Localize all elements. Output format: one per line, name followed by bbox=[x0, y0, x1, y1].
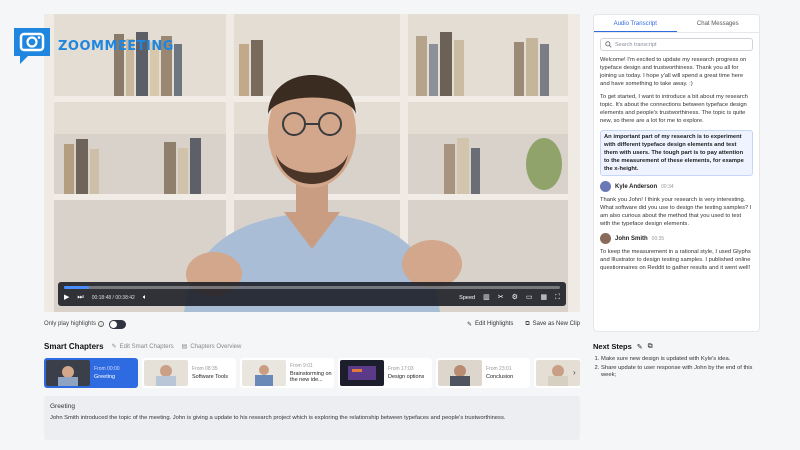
scissors-icon[interactable]: ✂ bbox=[498, 294, 504, 301]
avatar bbox=[600, 233, 611, 244]
chapter-start: From 00:00 bbox=[94, 365, 120, 372]
speaker-name: Kyle Anderson bbox=[615, 183, 658, 190]
video-toolbar: Only play highlights i ✎ Edit Highlights… bbox=[44, 316, 580, 332]
chapters-title: Smart Chapters bbox=[44, 342, 104, 351]
chapters-header: Smart Chapters ✎ Edit Smart Chapters ▤ C… bbox=[44, 342, 241, 351]
chapter-name: Software Tools bbox=[192, 373, 228, 380]
next-steps: Next Steps ✎ ⧉ Make sure new design is u… bbox=[593, 342, 763, 381]
next-steps-title: Next Steps bbox=[593, 342, 632, 351]
chapter-card[interactable]: From 23:01 Conclusion bbox=[436, 358, 530, 388]
tab-chat-messages[interactable]: Chat Messages bbox=[677, 15, 760, 32]
chapter-start: From 9:01 bbox=[290, 362, 313, 369]
duration: 00:38:42 bbox=[115, 294, 135, 301]
speaker-time: 00:35 bbox=[651, 235, 665, 242]
meeting-page: ZOOMMEETING ▶ ⏭ 00:18:48 / 00:38:42 🔈︎ S… bbox=[0, 0, 800, 450]
summary-text: John Smith introduced the topic of the m… bbox=[50, 415, 506, 421]
current-time: 00:18:48 bbox=[91, 294, 112, 301]
seek-progress bbox=[64, 286, 89, 289]
chapter-thumbnail bbox=[340, 360, 384, 386]
panel-tabs: Audio Transcript Chat Messages bbox=[594, 15, 759, 33]
equalizer-icon[interactable]: ▥ bbox=[483, 294, 490, 301]
list-item: Share update to user response with John … bbox=[601, 365, 763, 380]
chapter-thumbnail bbox=[438, 360, 482, 386]
next-steps-list: Make sure new design is updated with Kyl… bbox=[593, 356, 763, 380]
transcript-paragraph: To get started, I want to introduce a bi… bbox=[600, 94, 748, 124]
chapters-overview-button[interactable]: ▤ Chapters Overview bbox=[181, 343, 242, 351]
highlights-toggle-label: Only play highlights bbox=[44, 321, 97, 327]
chapters-overview-label: Chapters Overview bbox=[190, 343, 242, 350]
chapter-card[interactable]: From 17:03 Design options bbox=[338, 358, 432, 388]
search-input[interactable] bbox=[615, 41, 745, 48]
transcript-paragraph: Thank you John! I think your research is… bbox=[600, 197, 752, 227]
chapter-thumbnail bbox=[46, 360, 90, 386]
chapter-name: Design options bbox=[388, 373, 425, 380]
chapter-card[interactable]: From 00:00 Greeting bbox=[44, 358, 138, 388]
brand: ZOOMMEETING bbox=[10, 24, 174, 68]
settings-icon[interactable]: ⚙ bbox=[512, 294, 518, 301]
overview-icon: ▤ bbox=[181, 344, 188, 350]
info-icon[interactable]: i bbox=[98, 321, 105, 327]
speed-button[interactable]: Speed bbox=[459, 295, 475, 301]
pencil-icon: ✎ bbox=[466, 321, 472, 328]
pencil-icon[interactable]: ✎ bbox=[637, 343, 643, 351]
speaker-row: Kyle Anderson 00:34 bbox=[600, 181, 753, 192]
speaker-name: John Smith bbox=[615, 235, 648, 242]
edit-chapters-label: Edit Smart Chapters bbox=[119, 343, 174, 350]
transcript-search[interactable] bbox=[600, 38, 753, 51]
fullscreen-icon[interactable]: ⛶ bbox=[555, 294, 560, 301]
seek-bar[interactable] bbox=[64, 286, 560, 289]
edit-icon: ✎ bbox=[111, 344, 117, 350]
transcript-paragraph: To keep the measurement in a rational st… bbox=[600, 249, 751, 271]
chapter-name: Conclusion bbox=[486, 373, 514, 380]
summary-title: Greeting bbox=[50, 403, 75, 410]
edit-chapters-button[interactable]: ✎ Edit Smart Chapters bbox=[111, 343, 174, 351]
save-clip-button[interactable]: ⧉ Save as New Clip bbox=[525, 321, 580, 328]
skip-next-icon[interactable]: ⏭ bbox=[77, 294, 83, 301]
transcript-body: Welcome! I'm excited to update my resear… bbox=[594, 56, 759, 272]
tab-audio-transcript[interactable]: Audio Transcript bbox=[594, 15, 677, 32]
time-readout: 00:18:48 / 00:38:42 bbox=[91, 294, 135, 301]
play-icon[interactable]: ▶ bbox=[64, 294, 69, 301]
chapter-start: From 17:03 bbox=[388, 365, 414, 372]
captions-icon[interactable]: ▭ bbox=[526, 294, 533, 301]
chapter-card[interactable]: From 08:35 Software Tools bbox=[142, 358, 236, 388]
brand-name: ZOOMMEETING bbox=[58, 38, 174, 54]
chapters-list: From 00:00 Greeting From 08:35 Software To… bbox=[44, 358, 580, 388]
save-clip-label: Save as New Clip bbox=[532, 321, 580, 327]
avatar bbox=[600, 181, 611, 192]
chapter-card[interactable]: From 9:01 Brainstorming on the new ide... bbox=[240, 358, 334, 388]
player-controls: ▶ ⏭ 00:18:48 / 00:38:42 🔈︎ Speed ▥ ✂ ⚙ ▭… bbox=[58, 282, 566, 306]
clip-icon: ⧉ bbox=[525, 320, 530, 327]
chapter-start: From 08:35 bbox=[192, 365, 218, 372]
transcript-panel: Audio Transcript Chat Messages Welcome! … bbox=[593, 14, 760, 332]
chapter-thumbnail bbox=[144, 360, 188, 386]
chapter-name: Greeting bbox=[94, 373, 116, 380]
chapter-summary: Greeting John Smith introduced the topic… bbox=[44, 396, 580, 440]
zoommeeting-logo-icon bbox=[14, 28, 50, 64]
volume-icon[interactable]: 🔈︎ bbox=[143, 294, 147, 301]
list-item: Make sure new design is updated with Kyl… bbox=[601, 356, 763, 364]
search-icon bbox=[605, 41, 612, 48]
edit-highlights-label: Edit Highlights bbox=[474, 321, 514, 327]
grid-icon[interactable]: ▦ bbox=[540, 294, 547, 301]
chevron-right-icon[interactable]: › bbox=[573, 368, 576, 377]
chapter-name: Brainstorming on the new ide... bbox=[290, 370, 332, 384]
copy-icon[interactable]: ⧉ bbox=[648, 343, 653, 351]
speaker-row: John Smith 00:35 bbox=[600, 233, 753, 244]
highlighted-paragraph[interactable]: An important part of my research is to e… bbox=[600, 130, 753, 176]
highlights-toggle[interactable] bbox=[109, 319, 127, 329]
speaker-time: 00:34 bbox=[661, 183, 674, 190]
transcript-paragraph: Welcome! I'm excited to update my resear… bbox=[600, 57, 747, 87]
chapter-thumbnail bbox=[242, 360, 286, 386]
chapter-start: From 23:01 bbox=[486, 365, 512, 372]
edit-highlights-button[interactable]: ✎ Edit Highlights bbox=[467, 321, 513, 328]
